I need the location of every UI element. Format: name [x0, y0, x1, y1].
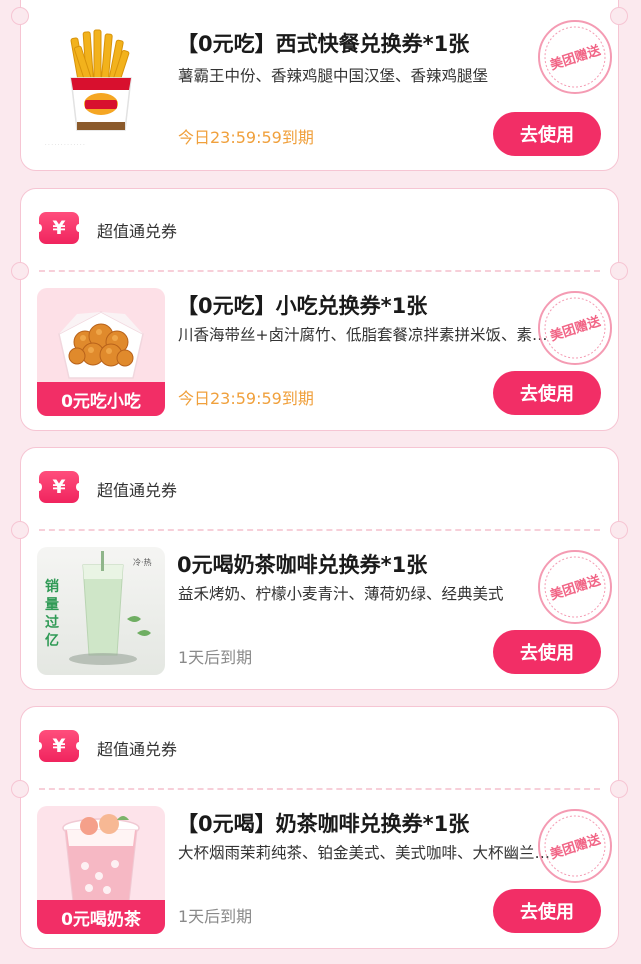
coupon-thumbnail: 0元吃小吃	[37, 288, 165, 416]
ticket-notch	[11, 7, 29, 25]
coupon-expiry: 今日23:59:59到期	[178, 128, 314, 147]
thumbnail-badge: 0元吃小吃	[37, 382, 165, 416]
coupon-description: 大杯烟雨茉莉纯茶、铂金美式、美式咖啡、大杯幽兰…	[178, 844, 551, 862]
ticket-divider	[39, 529, 600, 531]
thumb-corner-text: 冷·热	[133, 557, 152, 567]
coupon-header: ¥ 超值通兑券	[21, 448, 618, 530]
ticket-divider	[39, 788, 600, 790]
coupon-expiry: 1天后到期	[178, 648, 253, 667]
ticket-divider	[39, 270, 600, 272]
coupon-thumbnail: · · · · · · · · · · · · ·	[37, 28, 165, 156]
ticket-notch	[11, 262, 29, 280]
coupon-thumbnail: 0元喝奶茶	[37, 806, 165, 934]
ticket-notch	[11, 780, 29, 798]
yen-ticket-icon: ¥	[36, 730, 82, 762]
ticket-notch	[11, 521, 29, 539]
gift-stamp-icon: 美团赠送	[538, 291, 612, 365]
coupon-type-label: 超值通兑券	[97, 481, 178, 500]
coupon-header: ¥ 超值通兑券	[21, 189, 618, 271]
thumbnail-badge: 0元喝奶茶	[37, 900, 165, 934]
coupon-title: 【0元喝】奶茶咖啡兑换券*1张	[177, 812, 470, 836]
coupon-card[interactable]: ¥ 超值通兑券 销 量 过 亿 冷·热 0元喝奶茶咖啡兑换券*1张 益禾烤奶、柠…	[11, 447, 628, 690]
fries-icon: · · · · · · · · · · · · ·	[45, 29, 132, 148]
coupon-type-label: 超值通兑券	[97, 740, 178, 759]
stamp-text: 美团赠送	[548, 831, 603, 863]
ticket-notch	[610, 780, 628, 798]
coupon-title: 【0元吃】小吃兑换券*1张	[177, 294, 428, 318]
use-coupon-button[interactable]: 去使用	[493, 630, 601, 674]
gift-stamp-icon: 美团赠送	[538, 550, 612, 624]
coupon-description: 川香海带丝+卤汁腐竹、低脂套餐凉拌素拼米饭、素…	[178, 326, 548, 344]
green-milk-tea-icon: 销 量 过 亿 冷·热	[45, 551, 152, 665]
ticket-notch	[610, 521, 628, 539]
coupon-description: 益禾烤奶、柠檬小麦青汁、薄荷奶绿、经典美式	[178, 585, 504, 603]
coupon-thumbnail: 销 量 过 亿 冷·热	[37, 547, 165, 675]
coupon-type-label: 超值通兑券	[97, 222, 178, 241]
coupon-title: 【0元吃】西式快餐兑换券*1张	[177, 32, 470, 56]
svg-text:· · · · · · · · · · · · ·: · · · · · · · · · · · · ·	[45, 142, 85, 148]
use-coupon-button[interactable]: 去使用	[493, 889, 601, 933]
thumb-side-text-1: 销	[45, 578, 59, 595]
coupon-expiry: 1天后到期	[178, 907, 253, 926]
use-coupon-button[interactable]: 去使用	[493, 371, 601, 415]
fried-chicken-icon	[58, 311, 144, 379]
coupon-card[interactable]: ¥ 超值通兑券 0元喝奶茶 【0元喝】奶茶咖啡兑换券*1张 大杯烟雨茉莉纯茶、铂…	[11, 706, 628, 949]
stamp-text: 美团赠送	[548, 42, 603, 74]
thumb-side-text-2: 量	[45, 597, 59, 613]
thumb-side-text-4: 亿	[45, 632, 59, 649]
coupon-card[interactable]: ¥ 超值通兑券 0元吃小吃 【0元吃】小吃兑换券*1张 川香海带丝+卤汁腐竹、低…	[11, 188, 628, 431]
coupon-header: ¥ 超值通兑券	[21, 707, 618, 789]
coupon-title: 0元喝奶茶咖啡兑换券*1张	[177, 553, 428, 577]
coupon-expiry: 今日23:59:59到期	[178, 389, 314, 408]
stamp-text: 美团赠送	[548, 572, 603, 604]
coupon-description: 薯霸王中份、香辣鸡腿中国汉堡、香辣鸡腿堡	[178, 67, 489, 85]
ticket-notch	[610, 262, 628, 280]
peach-milk-tea-icon	[62, 814, 140, 903]
use-coupon-button[interactable]: 去使用	[493, 112, 601, 156]
yen-ticket-icon: ¥	[36, 212, 82, 244]
coupon-card[interactable]: · · · · · · · · · · · · · 【0元吃】西式快餐兑换券*1…	[11, 0, 628, 171]
gift-stamp-icon: 美团赠送	[538, 809, 612, 883]
yen-ticket-icon: ¥	[36, 471, 82, 503]
stamp-text: 美团赠送	[548, 313, 603, 345]
thumb-side-text-3: 过	[45, 614, 59, 631]
gift-stamp-icon: 美团赠送	[538, 20, 612, 94]
